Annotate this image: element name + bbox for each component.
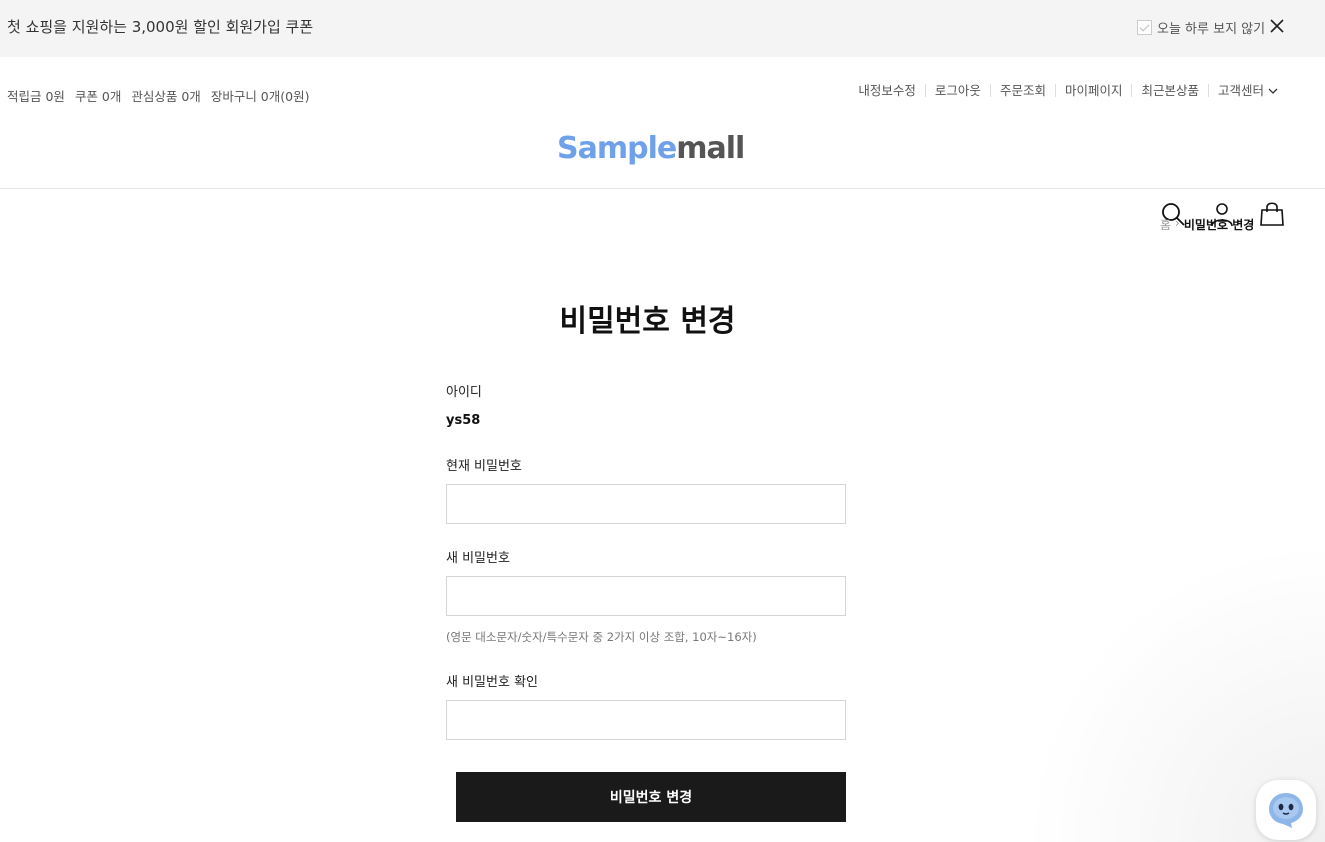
confirm-password-input[interactable]	[446, 700, 846, 740]
new-password-input[interactable]	[446, 576, 846, 616]
logo-part-mall: mall	[676, 131, 745, 166]
wishlist-link[interactable]: 관심상품 0개	[131, 86, 200, 105]
breadcrumb: 홈 › 비밀번호 변경	[1160, 216, 1254, 233]
top-nav: 내정보수정 로그아웃 주문조회 마이페이지 최근본상품 고객센터	[849, 84, 1287, 97]
shopping-bag-icon[interactable]	[1259, 201, 1285, 227]
member-summary: 적립금 0원 쿠폰 0개 관심상품 0개 장바구니 0개(0원)	[7, 86, 309, 105]
new-password-hint: (영문 대소문자/숫자/특수문자 중 2가지 이상 조합, 10자~16자)	[446, 630, 757, 644]
customer-center-dropdown[interactable]: 고객센터	[1207, 83, 1287, 98]
logout-link[interactable]: 로그아웃	[924, 84, 990, 97]
chat-button[interactable]	[1256, 780, 1316, 840]
mypage-link[interactable]: 마이페이지	[1054, 84, 1132, 97]
breadcrumb-separator: ›	[1175, 216, 1180, 230]
customer-center-label: 고객센터	[1217, 83, 1264, 98]
order-lookup-link[interactable]: 주문조회	[989, 84, 1055, 97]
site-logo[interactable]: Samplemall	[557, 131, 745, 166]
page-title: 비밀번호 변경	[559, 304, 736, 339]
chatbot-icon	[1269, 793, 1303, 828]
header-divider	[0, 188, 1325, 189]
current-password-input[interactable]	[446, 484, 846, 524]
promo-banner: 첫 쇼핑을 지원하는 3,000원 할인 회원가입 쿠폰 오늘 하루 보지 않기	[0, 0, 1325, 57]
dont-show-today-checkbox[interactable]	[1137, 20, 1152, 35]
cart-summary-link[interactable]: 장바구니 0개(0원)	[211, 86, 310, 105]
edit-profile-link[interactable]: 내정보수정	[849, 84, 925, 97]
change-password-button[interactable]: 비밀번호 변경	[456, 772, 846, 822]
dont-show-today-toggle[interactable]: 오늘 하루 보지 않기	[1137, 18, 1265, 37]
logo-part-sample: Sample	[557, 131, 677, 166]
promo-banner-text: 첫 쇼핑을 지원하는 3,000원 할인 회원가입 쿠폰	[7, 18, 314, 36]
id-label: 아이디	[446, 385, 482, 400]
id-value: ys58	[446, 413, 481, 428]
points-link[interactable]: 적립금 0원	[7, 86, 65, 105]
coupon-link[interactable]: 쿠폰 0개	[75, 86, 121, 105]
dont-show-today-label: 오늘 하루 보지 않기	[1157, 22, 1266, 37]
breadcrumb-home[interactable]: 홈	[1160, 216, 1171, 233]
recent-products-link[interactable]: 최근본상품	[1131, 84, 1208, 97]
confirm-password-label: 새 비밀번호 확인	[446, 675, 538, 690]
current-password-label: 현재 비밀번호	[446, 459, 522, 474]
chevron-down-icon	[1268, 88, 1278, 94]
new-password-label: 새 비밀번호	[446, 551, 510, 566]
breadcrumb-current: 비밀번호 변경	[1183, 218, 1255, 232]
close-icon[interactable]	[1268, 17, 1286, 35]
